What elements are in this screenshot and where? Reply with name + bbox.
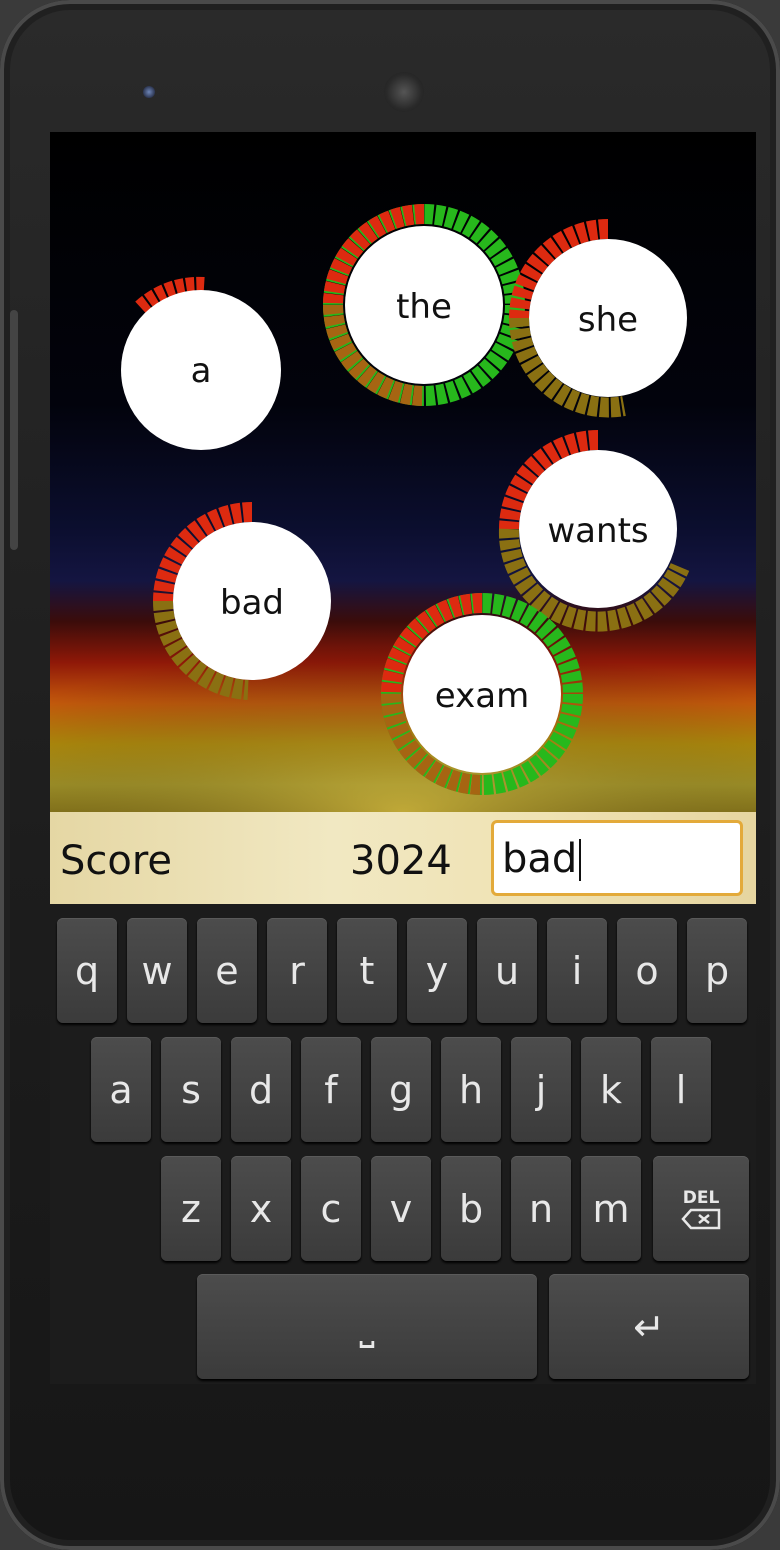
key-s[interactable]: s bbox=[161, 1037, 221, 1142]
key-t[interactable]: t bbox=[337, 918, 397, 1023]
key-z[interactable]: z bbox=[161, 1156, 221, 1261]
key-r[interactable]: r bbox=[267, 918, 327, 1023]
key-g[interactable]: g bbox=[371, 1037, 431, 1142]
bubble-word: exam bbox=[435, 676, 529, 716]
score-label: Score bbox=[60, 838, 173, 884]
delete-key-label: DEL bbox=[682, 1187, 720, 1208]
key-y[interactable]: y bbox=[407, 918, 467, 1023]
earpiece-speaker bbox=[384, 72, 424, 112]
key-b[interactable]: b bbox=[441, 1156, 501, 1261]
word-bubble[interactable]: the bbox=[323, 204, 525, 406]
key-n[interactable]: n bbox=[511, 1156, 571, 1261]
key-u[interactable]: u bbox=[477, 918, 537, 1023]
bubble-word: a bbox=[191, 351, 212, 391]
key-q[interactable]: q bbox=[57, 918, 117, 1023]
word-bubble[interactable]: exam bbox=[381, 593, 583, 795]
key-j[interactable]: j bbox=[511, 1037, 571, 1142]
bubble-word: the bbox=[396, 287, 452, 327]
key-w[interactable]: w bbox=[127, 918, 187, 1023]
score-value: 3024 bbox=[350, 838, 452, 884]
key-k[interactable]: k bbox=[581, 1037, 641, 1142]
answer-input[interactable]: bad bbox=[491, 820, 743, 896]
screen: a the she wants bad exam Score 3024 bad … bbox=[50, 132, 756, 1384]
key-h[interactable]: h bbox=[441, 1037, 501, 1142]
volume-button bbox=[10, 310, 18, 550]
space-key[interactable]: ⎵ bbox=[197, 1274, 537, 1379]
word-bubble[interactable]: she bbox=[508, 219, 687, 418]
key-f[interactable]: f bbox=[301, 1037, 361, 1142]
key-d[interactable]: d bbox=[231, 1037, 291, 1142]
score-bar: Score 3024 bad bbox=[50, 812, 756, 904]
space-bar-icon: ⎵ bbox=[359, 1304, 375, 1348]
enter-key[interactable]: ↵ bbox=[549, 1274, 749, 1379]
key-l[interactable]: l bbox=[651, 1037, 711, 1142]
bubble-word: bad bbox=[220, 583, 284, 623]
text-caret bbox=[579, 839, 582, 881]
key-o[interactable]: o bbox=[617, 918, 677, 1023]
key-p[interactable]: p bbox=[687, 918, 747, 1023]
key-v[interactable]: v bbox=[371, 1156, 431, 1261]
enter-icon: ↵ bbox=[633, 1304, 665, 1349]
key-a[interactable]: a bbox=[91, 1037, 151, 1142]
word-bubble[interactable]: a bbox=[121, 276, 281, 450]
backspace-icon bbox=[681, 1208, 721, 1229]
key-e[interactable]: e bbox=[197, 918, 257, 1023]
key-i[interactable]: i bbox=[547, 918, 607, 1023]
bubble-word: wants bbox=[547, 511, 648, 551]
game-field: a the she wants bad exam bbox=[50, 204, 756, 812]
key-x[interactable]: x bbox=[231, 1156, 291, 1261]
key-c[interactable]: c bbox=[301, 1156, 361, 1261]
front-camera bbox=[143, 86, 155, 98]
answer-input-text: bad bbox=[502, 836, 578, 882]
game-area: a the she wants bad exam bbox=[50, 132, 756, 812]
phone-frame: a the she wants bad exam Score 3024 bad … bbox=[0, 0, 780, 1550]
delete-key[interactable]: DEL bbox=[653, 1156, 749, 1261]
soft-keyboard: q w e r t y u i o p a s d f g h j k l z … bbox=[50, 904, 756, 1384]
key-m[interactable]: m bbox=[581, 1156, 641, 1261]
bubble-word: she bbox=[578, 300, 638, 340]
